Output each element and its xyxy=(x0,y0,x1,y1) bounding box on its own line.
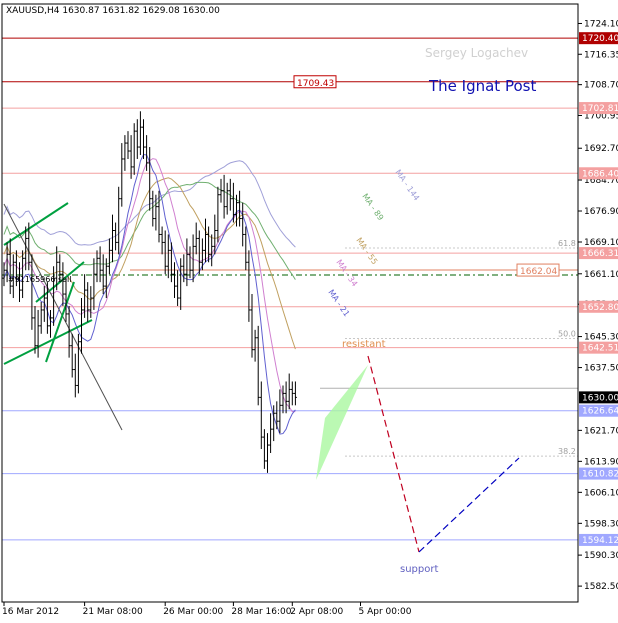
watermark: Sergey Logachev xyxy=(425,46,528,60)
x-tick-label: 16 Mar 2012 xyxy=(2,607,59,617)
y-tick-label: 1598.30 xyxy=(584,519,618,529)
y-tick-label: 1724.10 xyxy=(584,19,618,29)
order-label: #91165966 sell xyxy=(8,275,72,284)
y-tick-label: 1606.10 xyxy=(584,488,618,498)
ma-label: MA - 55 xyxy=(354,236,379,266)
y-tick-label: 1590.30 xyxy=(584,551,618,561)
price-tag-label: 1720.40 xyxy=(582,34,618,44)
forecast-up-line xyxy=(418,457,520,553)
y-tick-label: 1637.50 xyxy=(584,364,618,374)
price-tag-label: 1610.82 xyxy=(582,470,618,480)
x-tick-label: 21 Mar 08:00 xyxy=(83,607,143,617)
y-tick-label: 1661.10 xyxy=(584,270,618,280)
symbol-header: XAUUSD,H4 1630.87 1631.82 1629.08 1630.0… xyxy=(6,6,220,16)
chart-gap-band xyxy=(3,114,577,125)
level-tag-label: 1709.43 xyxy=(297,79,334,89)
price-tag-label: 1652.80 xyxy=(582,303,618,313)
x-tick-label: 28 Mar 16:00 xyxy=(231,607,291,617)
x-tick-label: 2 Apr 08:00 xyxy=(290,607,343,617)
level-tag-label: 1662.04 xyxy=(520,267,557,277)
y-tick-label: 1582.50 xyxy=(584,582,618,592)
support-label: support xyxy=(400,564,438,575)
y-tick-label: 1613.90 xyxy=(584,457,618,467)
fib-label: 61.8 xyxy=(558,239,576,248)
y-tick-label: 1669.10 xyxy=(584,238,618,248)
x-tick-label: 5 Apr 00:00 xyxy=(359,607,412,617)
y-tick-label: 1692.70 xyxy=(584,144,618,154)
resistant-label: resistant xyxy=(342,339,386,350)
x-tick-label: 26 Mar 00:00 xyxy=(163,607,223,617)
wedge-fill xyxy=(316,365,368,480)
ma-label: MA - 21 xyxy=(326,288,351,318)
price-tag-label: 1666.31 xyxy=(582,249,618,259)
chart-canvas[interactable]: 61.850.038.2 MA - 144MA - 89MA - 55MA - … xyxy=(0,0,618,619)
price-chart[interactable]: 61.8 50.0 38.2 MA - 144 MA - 89 MA - 55 MA - … xyxy=(0,0,618,619)
brand-label: The Ignat Post xyxy=(428,77,536,95)
current-price-label: 1630.00 xyxy=(582,393,618,403)
y-tick-label: 1716.35 xyxy=(584,50,618,60)
forecast-down-line xyxy=(367,355,420,553)
price-tag-label: 1594.12 xyxy=(582,536,618,546)
ma-label: MA - 34 xyxy=(334,258,359,288)
channel-line xyxy=(3,202,69,246)
y-tick-label: 1645.30 xyxy=(584,333,618,343)
price-tag-label: 1626.64 xyxy=(582,407,618,417)
y-tick-label: 1676.90 xyxy=(584,207,618,217)
price-tag-label: 1702.81 xyxy=(582,104,618,114)
y-tick-label: 1621.70 xyxy=(584,426,618,436)
fib-label: 50.0 xyxy=(558,330,576,339)
price-tag-label: 1642.51 xyxy=(582,344,618,354)
trend-line xyxy=(3,203,123,431)
ma-label: MA - 89 xyxy=(360,192,385,222)
fib-label: 38.2 xyxy=(558,447,576,456)
y-tick-label: 1708.70 xyxy=(584,81,618,91)
price-tag-label: 1686.40 xyxy=(582,169,618,179)
